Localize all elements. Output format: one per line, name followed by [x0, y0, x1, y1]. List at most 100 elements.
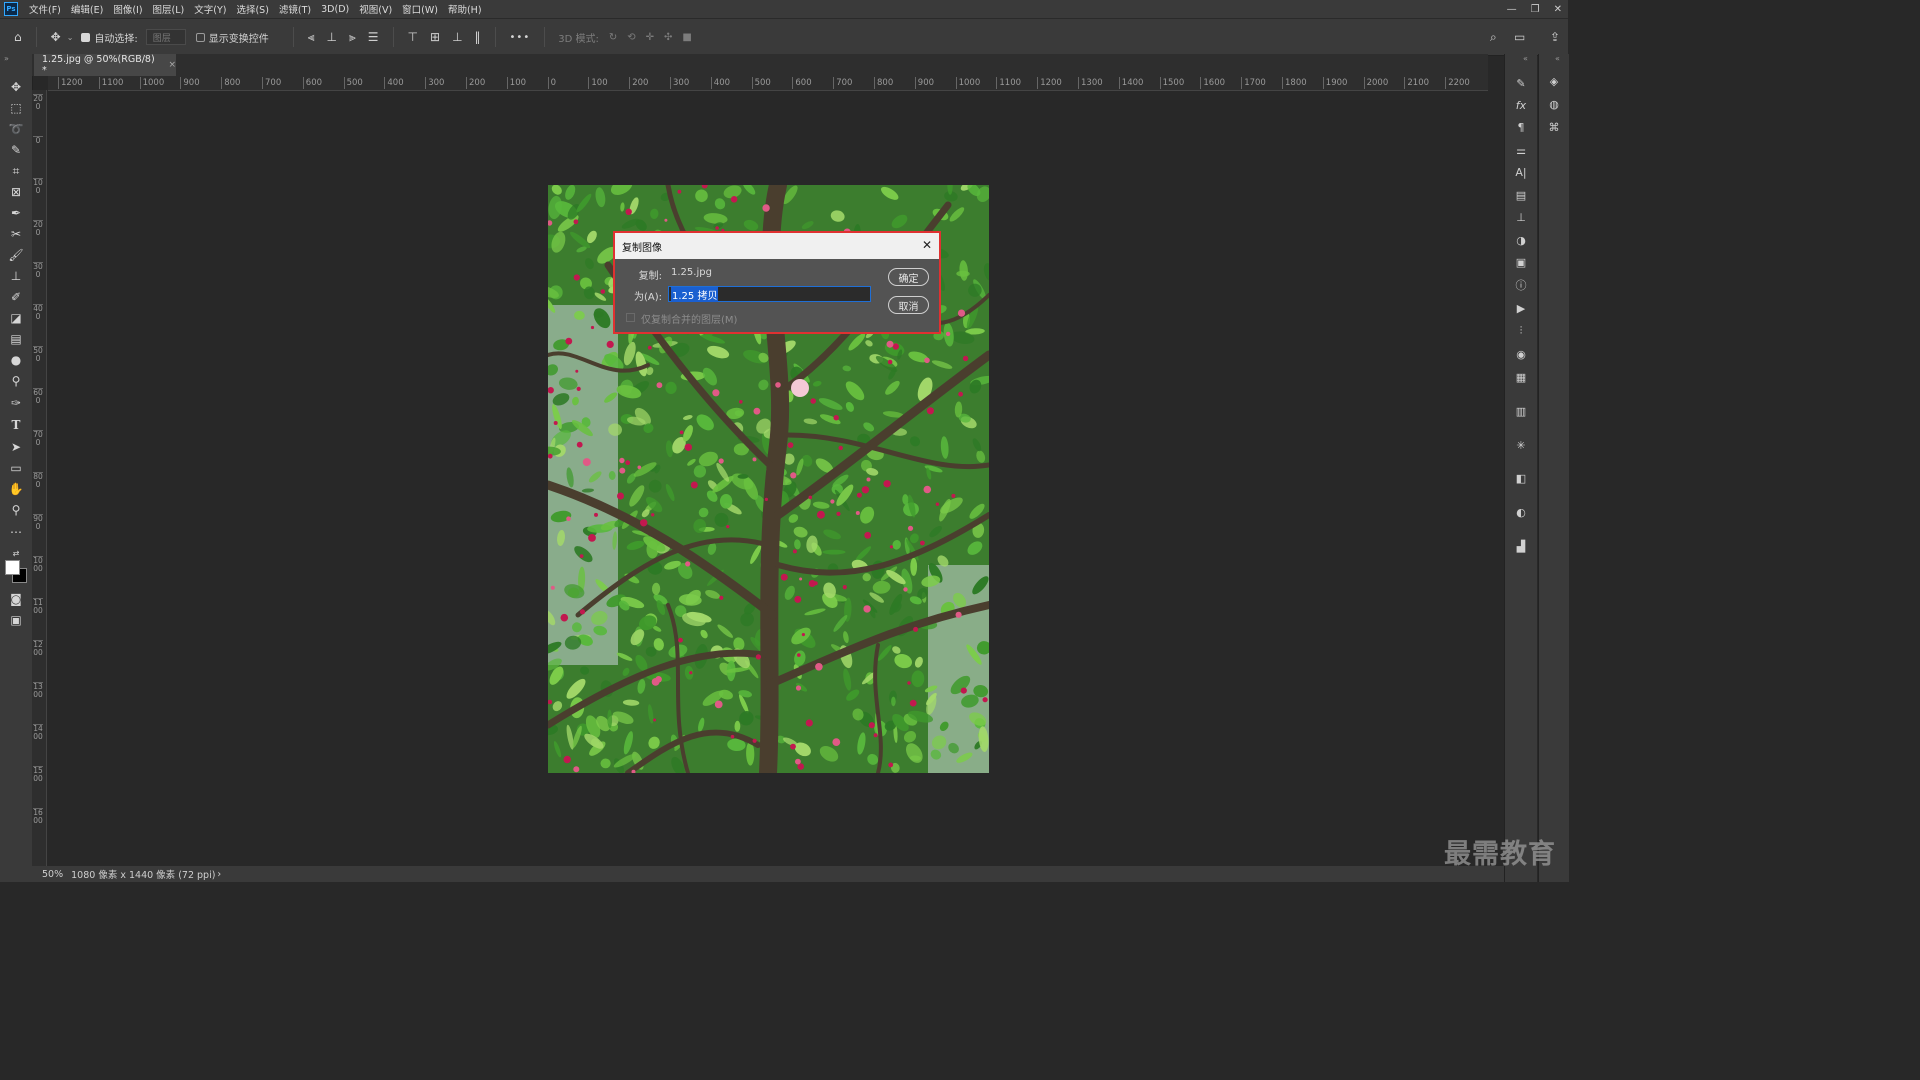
- notes-icon[interactable]: ▥: [1511, 402, 1531, 420]
- table-icon[interactable]: ▦: [1511, 368, 1531, 386]
- auto-select-checkbox[interactable]: [81, 32, 91, 42]
- show-transform-checkbox[interactable]: [195, 32, 205, 42]
- brush-settings-icon[interactable]: ✎: [1511, 74, 1531, 92]
- slide-3d-icon[interactable]: ✣: [664, 32, 672, 43]
- home-icon[interactable]: ⌂: [14, 30, 22, 44]
- healing-brush-tool-icon[interactable]: ✂: [6, 225, 26, 243]
- pan-3d-icon[interactable]: ✛: [646, 32, 654, 43]
- properties-icon[interactable]: ▣: [1511, 253, 1531, 271]
- move-tool-icon[interactable]: ✥: [6, 78, 26, 96]
- camera-3d-icon[interactable]: ■: [682, 32, 691, 43]
- pen-tool-icon[interactable]: ✑: [6, 394, 26, 412]
- minimize-icon[interactable]: —: [1507, 4, 1517, 15]
- menu-window[interactable]: 窗口(W): [397, 2, 443, 16]
- merged-layers-only-checkbox[interactable]: [626, 313, 635, 322]
- search-icon[interactable]: ⌕: [1490, 30, 1497, 45]
- menu-type[interactable]: 文字(Y): [189, 2, 231, 16]
- document-tab[interactable]: 1.25.jpg @ 50%(RGB/8) * ×: [34, 54, 176, 76]
- history-icon[interactable]: ◑: [1511, 231, 1531, 249]
- libraries-icon[interactable]: ◧: [1511, 469, 1531, 487]
- menu-view[interactable]: 视图(V): [354, 2, 397, 16]
- vertical-ruler[interactable]: 200 0 100 200 300 400 500 600 700 800 900 1000 1100 1…: [32, 90, 47, 868]
- rectangle-tool-icon[interactable]: ▭: [6, 459, 26, 477]
- channels-icon[interactable]: ◍: [1544, 95, 1564, 113]
- info-icon[interactable]: ⓘ: [1511, 276, 1531, 294]
- measurement-icon[interactable]: ✳: [1511, 436, 1531, 454]
- align-bottom-icon[interactable]: ⊥: [452, 30, 462, 44]
- layers-icon[interactable]: ◈: [1544, 72, 1564, 90]
- align-right-icon[interactable]: ⫸: [349, 30, 356, 45]
- marquee-tool-icon[interactable]: ⬚: [6, 99, 26, 117]
- quick-select-tool-icon[interactable]: ✎: [6, 141, 26, 159]
- share-icon[interactable]: ⇪: [1550, 30, 1560, 44]
- duplicate-name-input[interactable]: 1.25 拷贝: [668, 286, 871, 302]
- gradient-tool-icon[interactable]: ▤: [6, 330, 26, 348]
- menu-filter[interactable]: 滤镜(T): [274, 2, 316, 16]
- restore-icon[interactable]: ❐: [1531, 4, 1540, 15]
- move-tool-icon[interactable]: ✥: [51, 30, 61, 44]
- align-center-h-icon[interactable]: ⊥: [327, 30, 337, 44]
- document-tab-bar: [32, 54, 1488, 76]
- foreground-color-swatch[interactable]: [5, 560, 20, 575]
- clone-stamp-tool-icon[interactable]: ⊥: [6, 267, 26, 285]
- blur-tool-icon[interactable]: ●: [6, 351, 26, 369]
- character-icon[interactable]: A|: [1511, 163, 1531, 181]
- close-icon[interactable]: ✕: [1554, 4, 1562, 15]
- cancel-button[interactable]: 取消: [888, 296, 929, 314]
- collapse-panel-icon[interactable]: »: [4, 54, 9, 63]
- paragraph-icon[interactable]: ¶: [1511, 118, 1531, 136]
- status-menu-arrow-icon[interactable]: ›: [217, 869, 221, 880]
- collapse-panel-icon[interactable]: «: [1555, 54, 1560, 63]
- ruler-v-label: 1500: [33, 766, 43, 783]
- eraser-tool-icon[interactable]: ◪: [6, 309, 26, 327]
- clone-source-icon[interactable]: ⊥: [1511, 208, 1531, 226]
- hand-tool-icon[interactable]: ✋: [6, 480, 26, 498]
- distribute-vertical-icon[interactable]: ☰: [368, 30, 379, 44]
- dodge-tool-icon[interactable]: ⚲: [6, 372, 26, 390]
- zoom-tool-icon[interactable]: ⚲: [6, 501, 26, 519]
- collapse-panel-icon[interactable]: «: [1523, 54, 1528, 63]
- path-select-tool-icon[interactable]: ➤: [6, 438, 26, 456]
- type-tool-icon[interactable]: T: [6, 416, 26, 434]
- zoom-level[interactable]: 50%: [42, 869, 63, 880]
- styles-icon[interactable]: fx: [1511, 96, 1531, 114]
- paths-icon[interactable]: ⌘: [1544, 118, 1564, 136]
- align-top-icon[interactable]: ⊤: [408, 30, 418, 44]
- more-options-button[interactable]: •••: [510, 32, 531, 43]
- menu-help[interactable]: 帮助(H): [443, 2, 487, 16]
- lasso-tool-icon[interactable]: ➰: [6, 120, 26, 138]
- horizontal-ruler[interactable]: 1200 1100 1000 900 800 700 600 500 400 300 200 100 0…: [48, 76, 1488, 91]
- tab-close-icon[interactable]: ×: [168, 60, 176, 70]
- chevron-down-icon[interactable]: ⌄: [67, 33, 74, 42]
- frame-tool-icon[interactable]: ⊠: [6, 183, 26, 201]
- edit-toolbar-icon[interactable]: ⋯: [6, 523, 26, 541]
- crop-tool-icon[interactable]: ⌗: [6, 162, 26, 180]
- actions-play-icon[interactable]: ▶: [1511, 299, 1531, 317]
- menu-file[interactable]: 文件(F): [24, 2, 66, 16]
- timeline-icon[interactable]: ⫶: [1511, 322, 1531, 340]
- align-left-icon[interactable]: ⫷: [308, 30, 315, 45]
- history-brush-tool-icon[interactable]: ✐: [6, 288, 26, 306]
- quick-mask-icon[interactable]: ◙: [6, 590, 26, 608]
- ok-button[interactable]: 确定: [888, 268, 929, 286]
- eyedropper-tool-icon[interactable]: ✒: [6, 204, 26, 222]
- layer-select-dropdown[interactable]: 图层: [145, 29, 186, 45]
- brush-tool-icon[interactable]: 🖌: [6, 246, 26, 264]
- roll-3d-icon[interactable]: ⟲: [627, 32, 635, 43]
- menu-select[interactable]: 选择(S): [231, 2, 273, 16]
- workspace-icon[interactable]: ▭: [1514, 30, 1525, 44]
- adjustments-icon[interactable]: ⚌: [1511, 141, 1531, 159]
- distribute-horizontal-icon[interactable]: ‖: [475, 30, 481, 44]
- orbit-3d-icon[interactable]: ↻: [609, 32, 617, 43]
- align-middle-v-icon[interactable]: ⊞: [430, 30, 440, 44]
- glyphs-icon[interactable]: ▤: [1511, 186, 1531, 204]
- close-icon[interactable]: ✕: [922, 238, 932, 252]
- menu-3d[interactable]: 3D(D): [316, 4, 354, 15]
- color-icon[interactable]: ◐: [1511, 503, 1531, 521]
- menu-image[interactable]: 图像(I): [108, 2, 147, 16]
- 3d-icon[interactable]: ◉: [1511, 345, 1531, 363]
- screen-mode-icon[interactable]: ▣: [6, 611, 26, 629]
- menu-edit[interactable]: 编辑(E): [66, 2, 108, 16]
- histogram-icon[interactable]: ▟: [1511, 537, 1531, 555]
- menu-layer[interactable]: 图层(L): [148, 2, 190, 16]
